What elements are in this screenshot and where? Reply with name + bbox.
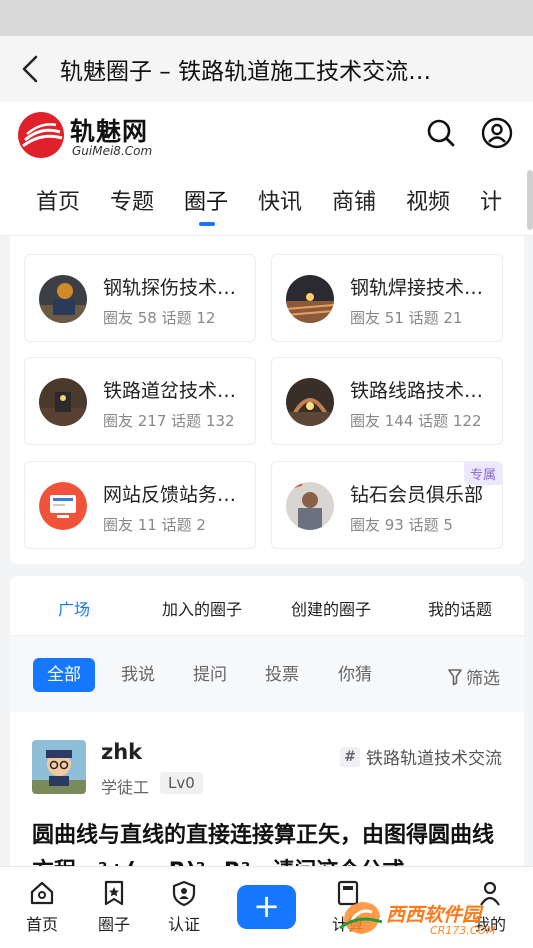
search-icon	[427, 119, 455, 147]
tab-my-topics[interactable]: 我的话题	[428, 596, 492, 620]
title-bar: 轨魅圈子 – 铁路轨道施工技术交流…	[0, 36, 533, 102]
tab-joined-circles[interactable]: 加入的圈子	[162, 596, 242, 620]
circle-card[interactable]: 铁路道岔技术… 圈友 217 话题 132	[24, 357, 256, 445]
brand-name: 轨魅网	[70, 117, 149, 146]
chip-question[interactable]: 提问	[193, 658, 227, 692]
circle-name: 网站反馈站务…	[103, 484, 237, 506]
post-title[interactable]: 圆曲线与直线的直接连接算正矢，由图得圆曲线方程 x²+(y−R)²=R²，请问这…	[32, 818, 512, 872]
tab-circles[interactable]: 圈子	[184, 184, 228, 216]
tab-news[interactable]: 快讯	[258, 184, 302, 216]
tab-shops[interactable]: 商铺	[332, 184, 376, 216]
post-topic[interactable]: # 铁路轨道技术交流	[340, 744, 502, 769]
circle-card[interactable]: 网站反馈站务… 圈友 11 话题 2	[24, 461, 256, 549]
chip-all[interactable]: 全部	[33, 658, 95, 692]
circle-name: 钢轨焊接技术…	[350, 277, 484, 299]
bookmark-star-icon	[104, 880, 124, 906]
site-logo[interactable]: 轨魅网 GuiMei8.Com	[16, 110, 166, 160]
circle-name: 铁路道岔技术…	[103, 380, 237, 402]
circle-stats: 圈友 144 话题 122	[350, 412, 482, 430]
chevron-left-icon	[22, 55, 38, 83]
shield-user-icon	[172, 880, 196, 907]
post-card[interactable]: zhk 学徒工 Lv0 # 铁路轨道技术交流 圆曲线与直线的直接连接算正矢，由图…	[10, 712, 524, 872]
feed-tabs: 广场 加入的圈子 创建的圈子 我的话题	[10, 576, 524, 636]
search-button[interactable]	[424, 116, 458, 150]
watermark-text: 西西软件园	[386, 904, 482, 926]
bottom-tab-circles[interactable]: 圈子	[86, 879, 142, 935]
bottom-tab-home[interactable]: 首页	[14, 879, 70, 935]
user-circle-icon	[481, 117, 513, 149]
circle-stats: 圈友 58 话题 12	[103, 309, 216, 327]
active-tab-indicator	[199, 222, 215, 226]
bottom-tab-label: 圈子	[97, 915, 130, 934]
main-nav: 首页 专题 圈子 快讯 商铺 视频 计	[0, 166, 533, 236]
user-rank: 学徒工	[101, 778, 150, 797]
chip-say[interactable]: 我说	[121, 658, 155, 692]
watermark-sub: CR173.COM	[430, 924, 496, 937]
circle-avatar	[286, 378, 334, 426]
brand-domain: GuiMei8.Com	[72, 144, 153, 158]
status-bar	[0, 0, 533, 36]
filter-label: 筛选	[466, 669, 500, 689]
circle-stats: 圈友 11 话题 2	[103, 516, 206, 534]
tab-videos[interactable]: 视频	[406, 184, 450, 216]
circle-name: 钢轨探伤技术…	[103, 277, 237, 299]
site-header: 轨魅网 GuiMei8.Com	[0, 102, 533, 166]
home-icon	[30, 881, 54, 905]
topic-label: 铁路轨道技术交流	[366, 749, 502, 769]
level-badge: Lv0	[160, 772, 203, 794]
circle-avatar	[39, 482, 87, 530]
circle-stats: 圈友 93 话题 5	[350, 516, 453, 534]
scrollbar[interactable]	[527, 170, 533, 230]
circle-avatar	[39, 275, 87, 323]
page-title: 轨魅圈子 – 铁路轨道施工技术交流…	[60, 59, 432, 85]
bottom-tab-label: 首页	[25, 915, 58, 934]
circle-card[interactable]: 铁路线路技术… 圈友 144 话题 122	[271, 357, 503, 445]
circle-avatar	[39, 378, 87, 426]
circle-card[interactable]: 钢轨焊接技术… 圈友 51 话题 21	[271, 254, 503, 342]
circle-card[interactable]: 钢轨探伤技术… 圈友 58 话题 12	[24, 254, 256, 342]
watermark: 西西软件园 CR173.COM	[338, 896, 516, 940]
circle-name: 钻石会员俱乐部	[350, 484, 484, 506]
tab-topics[interactable]: 专题	[110, 184, 154, 216]
circle-name: 铁路线路技术…	[350, 380, 484, 402]
circle-avatar	[286, 482, 334, 530]
circle-stats: 圈友 217 话题 132	[103, 412, 235, 430]
user-avatar[interactable]	[32, 740, 86, 794]
back-button[interactable]	[0, 36, 60, 102]
hash-icon: #	[340, 746, 360, 767]
filter-button[interactable]: 筛选	[448, 664, 500, 689]
publish-button[interactable]: +	[237, 885, 296, 929]
funnel-icon	[448, 668, 462, 685]
circle-stats: 圈友 51 话题 21	[350, 309, 463, 327]
tab-plaza[interactable]: 广场	[58, 596, 90, 620]
filter-row: 全部 我说 提问 投票 你猜 筛选	[10, 636, 524, 712]
account-button[interactable]	[480, 116, 514, 150]
username[interactable]: zhk	[101, 740, 142, 764]
chip-guess[interactable]: 你猜	[338, 658, 372, 692]
circles-panel: 钢轨探伤技术… 圈友 58 话题 12 钢轨焊接技术… 圈友 51 话题 21 …	[10, 236, 524, 564]
tab-calc[interactable]: 计	[480, 184, 502, 216]
circle-card[interactable]: 专属 钻石会员俱乐部 圈友 93 话题 5	[271, 461, 503, 549]
circle-avatar	[286, 275, 334, 323]
chip-vote[interactable]: 投票	[265, 658, 299, 692]
logo-emblem-icon	[18, 112, 64, 158]
tab-home[interactable]: 首页	[36, 184, 80, 216]
watermark-logo	[339, 902, 383, 934]
bottom-tab-verify[interactable]: 认证	[156, 879, 212, 935]
tab-created-circles[interactable]: 创建的圈子	[291, 596, 371, 620]
bottom-tab-label: 认证	[167, 915, 200, 934]
